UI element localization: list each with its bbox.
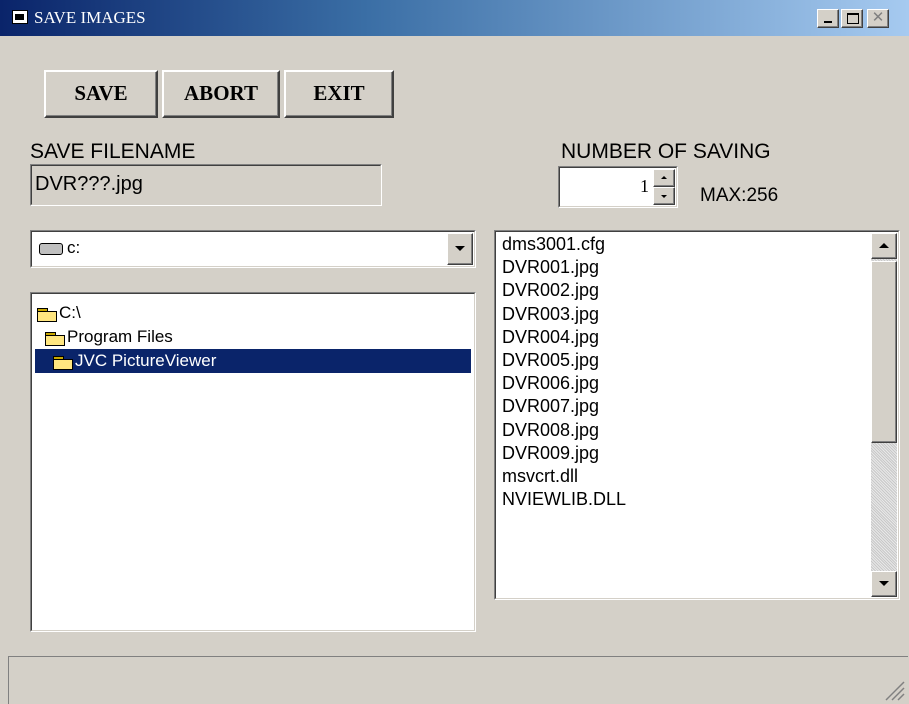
scrollbar-thumb[interactable]	[871, 261, 897, 443]
app-icon	[12, 10, 28, 24]
number-of-saving-label: NUMBER OF SAVING	[561, 140, 771, 163]
list-item[interactable]: NVIEWLIB.DLL	[497, 488, 869, 511]
list-item[interactable]: DVR007.jpg	[497, 395, 869, 418]
save-button[interactable]: SAVE	[44, 70, 158, 118]
list-item[interactable]: DVR001.jpg	[497, 256, 869, 279]
drive-icon	[39, 243, 63, 255]
list-item[interactable]: DVR004.jpg	[497, 326, 869, 349]
number-of-saving-spinner[interactable]: 1	[558, 166, 678, 208]
folder-item-root[interactable]: C:\	[37, 301, 81, 325]
chevron-down-icon	[455, 246, 465, 251]
drive-value: c:	[67, 238, 81, 257]
minimize-button[interactable]	[817, 9, 839, 28]
save-filename-label: SAVE FILENAME	[30, 140, 196, 163]
scroll-up-button[interactable]	[871, 233, 897, 259]
save-filename-field[interactable]: DVR???.jpg	[30, 164, 382, 206]
spin-down-button[interactable]	[653, 187, 675, 205]
folder-open-icon	[45, 331, 65, 346]
list-item[interactable]: DVR002.jpg	[497, 279, 869, 302]
arrow-up-icon	[661, 176, 667, 179]
arrow-up-icon	[879, 243, 889, 248]
list-item[interactable]: DVR003.jpg	[497, 303, 869, 326]
save-filename-value: DVR???.jpg	[35, 173, 143, 195]
close-icon: ✕	[871, 9, 885, 26]
list-item[interactable]: dms3001.cfg	[497, 233, 869, 256]
list-item[interactable]: DVR006.jpg	[497, 372, 869, 395]
max-label: MAX:256	[700, 185, 779, 206]
scroll-down-button[interactable]	[871, 571, 897, 597]
folder-item-jvc-pictureviewer[interactable]: JVC PictureViewer	[35, 349, 471, 373]
folder-item-program-files[interactable]: Program Files	[45, 325, 173, 349]
list-item[interactable]: DVR009.jpg	[497, 442, 869, 465]
arrow-down-icon	[661, 195, 667, 198]
abort-button[interactable]: ABORT	[162, 70, 280, 118]
window-title: SAVE IMAGES	[34, 8, 146, 27]
arrow-down-icon	[879, 581, 889, 586]
list-item[interactable]: DVR005.jpg	[497, 349, 869, 372]
drive-dropdown-button[interactable]	[447, 233, 473, 265]
maximize-button[interactable]	[841, 9, 863, 28]
folder-open-icon	[37, 307, 57, 322]
number-of-saving-value: 1	[640, 176, 649, 196]
list-item[interactable]: msvcrt.dll	[497, 465, 869, 488]
exit-button[interactable]: EXIT	[284, 70, 394, 118]
spin-up-button[interactable]	[653, 169, 675, 187]
folder-open-icon	[53, 355, 73, 370]
title-bar: SAVE IMAGES ✕	[0, 0, 909, 36]
close-button[interactable]: ✕	[867, 9, 889, 28]
list-item[interactable]: DVR008.jpg	[497, 419, 869, 442]
status-bar	[8, 656, 908, 704]
file-list[interactable]: dms3001.cfg DVR001.jpg DVR002.jpg DVR003…	[494, 230, 900, 600]
folder-tree[interactable]: C:\ Program Files JVC PictureViewer	[30, 292, 476, 632]
drive-select[interactable]: c:	[30, 230, 476, 268]
file-list-scrollbar[interactable]	[871, 233, 897, 597]
resize-grip-icon[interactable]	[882, 678, 906, 702]
